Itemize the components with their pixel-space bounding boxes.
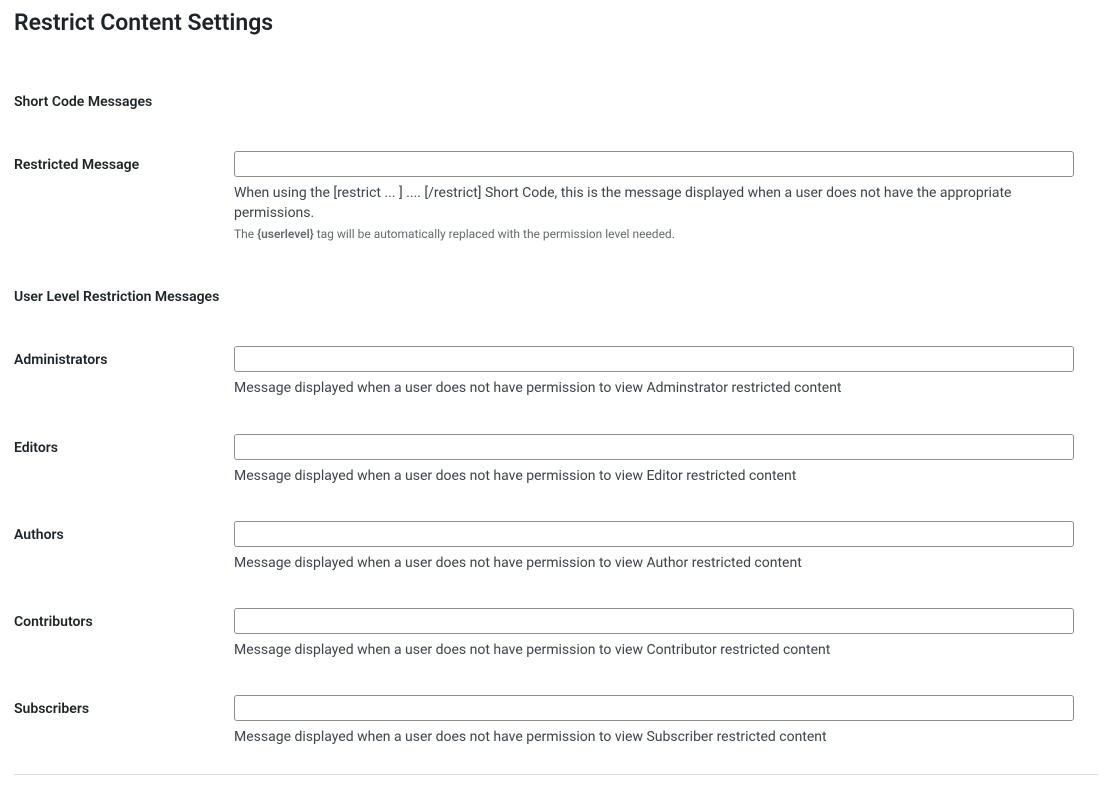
page-title: Restrict Content Settings bbox=[14, 8, 1098, 38]
shortcode-messages-heading: Short Code Messages bbox=[14, 93, 1088, 111]
subscribers-input[interactable] bbox=[234, 695, 1074, 721]
restricted-message-label: Restricted Message bbox=[14, 136, 234, 263]
userlevel-messages-heading: User Level Restriction Messages bbox=[14, 288, 1088, 306]
contributors-input[interactable] bbox=[234, 608, 1074, 634]
subscribers-label: Subscribers bbox=[14, 680, 234, 767]
contributors-description: Message displayed when a user does not h… bbox=[234, 640, 1074, 660]
restricted-message-description: When using the [restrict ... ] .... [/re… bbox=[234, 183, 1074, 224]
editors-description: Message displayed when a user does not h… bbox=[234, 466, 1074, 486]
restricted-message-tag-note: The {userlevel} tag will be automaticall… bbox=[234, 226, 1074, 243]
administrators-input[interactable] bbox=[234, 346, 1074, 372]
subscribers-description: Message displayed when a user does not h… bbox=[234, 727, 1074, 747]
authors-input[interactable] bbox=[234, 521, 1074, 547]
userlevel-tag: {userlevel} bbox=[257, 227, 314, 241]
contributors-label: Contributors bbox=[14, 593, 234, 680]
section-divider bbox=[14, 774, 1098, 775]
editors-input[interactable] bbox=[234, 434, 1074, 460]
administrators-description: Message displayed when a user does not h… bbox=[234, 378, 1074, 398]
editors-label: Editors bbox=[14, 419, 234, 506]
authors-description: Message displayed when a user does not h… bbox=[234, 553, 1074, 573]
administrators-label: Administrators bbox=[14, 331, 234, 418]
restricted-message-input[interactable] bbox=[234, 151, 1074, 177]
authors-label: Authors bbox=[14, 506, 234, 593]
